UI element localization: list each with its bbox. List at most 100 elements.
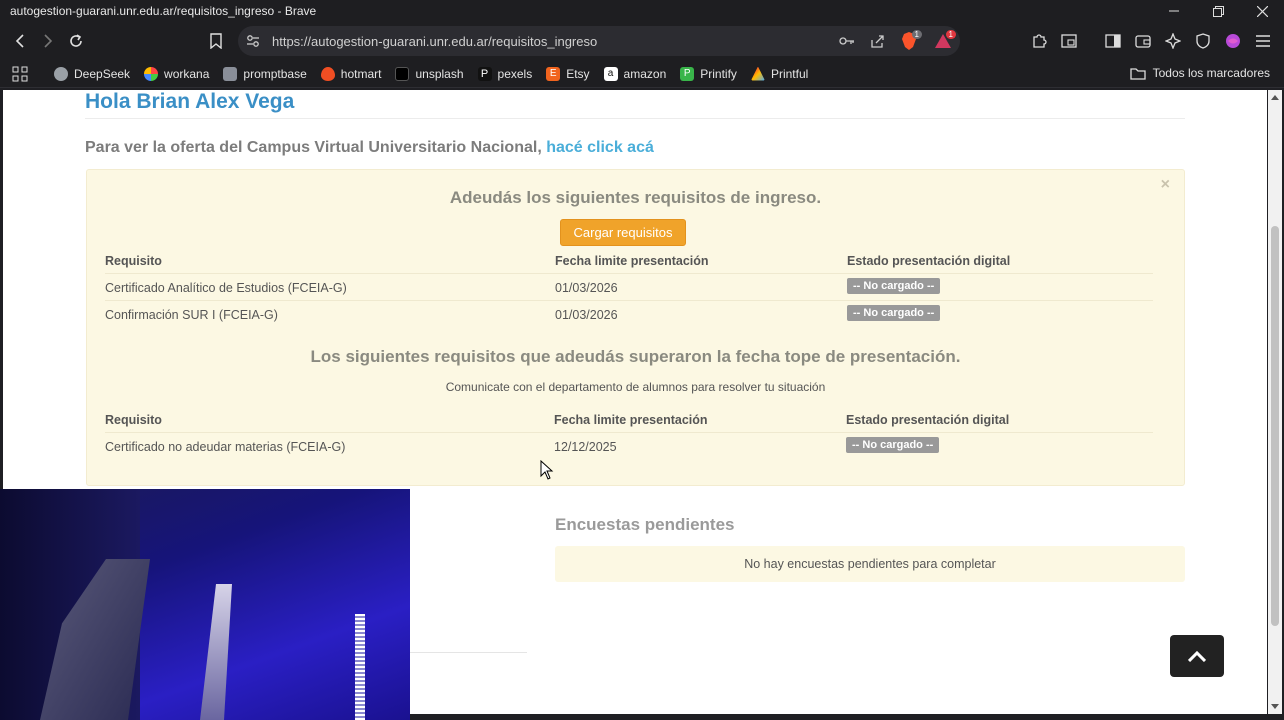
col-header-fecha: Fecha limite presentación — [555, 254, 709, 268]
window-titlebar: autogestion-guarani.unr.edu.ar/requisito… — [0, 0, 1284, 22]
campus-text: Para ver la oferta del Campus Virtual Un… — [85, 139, 542, 156]
close-window-button[interactable] — [1240, 0, 1284, 22]
site-settings-icon[interactable] — [246, 34, 260, 53]
chevron-right-icon — [44, 34, 53, 48]
bookmark-printify[interactable]: P Printify — [680, 66, 737, 81]
table-row: Certificado no adeudar materias (FCEIA-G… — [105, 433, 1153, 460]
hotmart-flame-icon — [320, 66, 335, 81]
divider — [410, 652, 527, 653]
col-header-estado: Estado presentación digital — [846, 413, 1010, 427]
table-header-row: Requisito Fecha limite presentación Esta… — [105, 406, 1153, 433]
divider — [85, 118, 1185, 119]
apps-grid-icon — [12, 66, 28, 81]
webcam-overlay — [0, 489, 410, 720]
encuestas-message: No hay encuestas pendientes para complet… — [744, 557, 996, 571]
screen-icon — [1061, 34, 1077, 48]
bookmark-promptbase[interactable]: promptbase — [223, 66, 307, 81]
pexels-icon: P — [477, 66, 492, 81]
chevron-left-icon — [15, 34, 24, 48]
address-bar[interactable]: https://autogestion-guarani.unr.edu.ar/r… — [238, 26, 960, 56]
minimize-button[interactable] — [1152, 0, 1196, 22]
cargar-requisitos-button[interactable]: Cargar requisitos — [560, 219, 686, 246]
minimize-icon — [1169, 10, 1179, 12]
shield-count-badge: 1 — [911, 30, 922, 39]
bookmark-hotmart[interactable]: hotmart — [320, 66, 381, 81]
profile-button[interactable] — [1218, 26, 1248, 56]
bookmark-deepseek[interactable]: DeepSeek — [54, 66, 130, 81]
campus-virtual-line: Para ver la oferta del Campus Virtual Un… — [85, 139, 654, 157]
toolbar-extensions — [1024, 26, 1284, 56]
workana-icon — [144, 66, 159, 81]
bookmark-amazon[interactable]: a amazon — [603, 66, 666, 81]
sparkle-icon — [1165, 33, 1181, 49]
sidebar-toggle-button[interactable] — [1098, 26, 1128, 56]
requisitos-alert: × Adeudás los siguientes requisitos de i… — [86, 169, 1185, 486]
contact-note: Comunicate con el departamento de alumno… — [445, 380, 826, 394]
sidebar-icon — [1105, 34, 1121, 48]
restore-icon — [1212, 5, 1224, 17]
chevron-up-icon — [1188, 650, 1206, 662]
leo-ai-button[interactable] — [1158, 26, 1188, 56]
bookmark-etsy[interactable]: E Etsy — [546, 66, 590, 81]
restore-button[interactable] — [1196, 0, 1240, 22]
promptbase-icon — [223, 66, 238, 81]
apps-grid-button[interactable] — [2, 66, 38, 82]
bookmark-pexels[interactable]: Ppexels — [477, 66, 532, 81]
reload-button[interactable] — [62, 27, 90, 55]
table-row: Confirmación SUR I (FCEIA-G) 01/03/2026 … — [105, 301, 1153, 328]
mouse-cursor-icon — [540, 460, 554, 480]
campus-link[interactable]: hacé click acá — [546, 139, 654, 156]
cell-requisito: Certificado no adeudar materias (FCEIA-G… — [105, 440, 346, 454]
requisitos-table: Requisito Fecha limite presentación Esta… — [105, 247, 1153, 328]
col-header-requisito: Requisito — [105, 254, 162, 268]
window-title: autogestion-guarani.unr.edu.ar/requisito… — [10, 4, 317, 18]
extensions-button[interactable] — [1024, 26, 1054, 56]
cell-fecha: 01/03/2026 — [555, 308, 618, 322]
amazon-icon: a — [603, 66, 618, 81]
cell-fecha: 01/03/2026 — [555, 281, 618, 295]
scrollbar-thumb[interactable] — [1271, 226, 1279, 626]
encuestas-heading: Encuestas pendientes — [555, 515, 735, 534]
brave-rewards-button[interactable]: 1 — [926, 30, 960, 49]
browser-navbar: https://autogestion-guarani.unr.edu.ar/r… — [0, 22, 1284, 60]
bookmark-printful[interactable]: Printful — [750, 66, 808, 81]
url-text[interactable]: https://autogestion-guarani.unr.edu.ar/r… — [272, 34, 832, 49]
encuestas-message-box: No hay encuestas pendientes para complet… — [555, 546, 1185, 582]
share-icon[interactable] — [862, 34, 892, 49]
cell-fecha: 12/12/2025 — [554, 440, 617, 454]
media-extension-button[interactable] — [1054, 26, 1084, 56]
password-key-icon[interactable] — [832, 35, 862, 47]
all-bookmarks-button[interactable]: Todos los marcadores — [1129, 66, 1270, 80]
scroll-to-top-button[interactable] — [1170, 635, 1224, 677]
shield-icon — [1196, 33, 1210, 49]
col-header-requisito: Requisito — [105, 413, 162, 427]
bookmark-icon — [210, 33, 222, 49]
col-header-fecha: Fecha limite presentación — [554, 413, 708, 427]
bookmark-unsplash[interactable]: unsplash — [395, 66, 464, 81]
close-icon — [1256, 5, 1268, 17]
brave-shields-button[interactable]: 1 — [892, 30, 926, 50]
col-header-estado: Estado presentación digital — [847, 254, 1011, 268]
requisitos-heading: Adeudás los siguientes requisitos de ing… — [449, 188, 822, 207]
profile-avatar-icon — [1226, 34, 1240, 48]
printify-icon: P — [680, 66, 695, 81]
hamburger-menu-icon — [1256, 35, 1270, 47]
greeting-heading: Hola Brian Alex Vega — [85, 90, 295, 113]
vencidos-heading: Los siguientes requisitos que adeudás su… — [310, 347, 961, 366]
scroll-up-arrow-icon — [1271, 95, 1279, 100]
bookmark-page-button[interactable] — [202, 27, 230, 55]
status-badge: -- No cargado -- — [846, 437, 940, 453]
forward-button[interactable] — [34, 27, 62, 55]
status-badge: -- No cargado -- — [847, 278, 941, 294]
cell-requisito: Confirmación SUR I (FCEIA-G) — [105, 308, 278, 322]
wallet-button[interactable] — [1128, 26, 1158, 56]
page-scrollbar[interactable] — [1268, 90, 1282, 714]
bookmark-workana[interactable]: workana — [144, 66, 209, 81]
alert-count-badge: 1 — [945, 30, 956, 39]
etsy-icon: E — [546, 66, 561, 81]
vpn-button[interactable] — [1188, 26, 1218, 56]
wallet-icon — [1135, 35, 1151, 48]
main-menu-button[interactable] — [1248, 26, 1278, 56]
back-button[interactable] — [6, 27, 34, 55]
folder-icon — [1129, 67, 1146, 80]
